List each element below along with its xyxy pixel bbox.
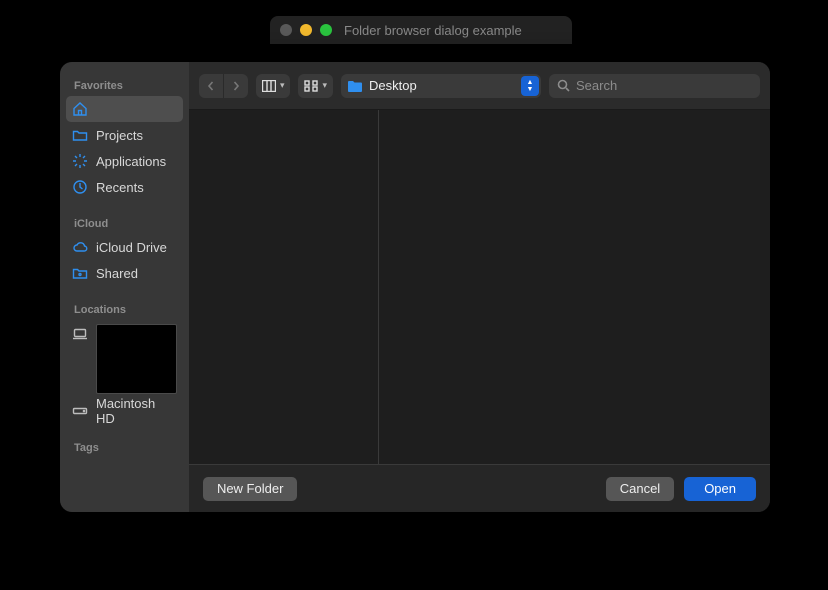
location-thumbnail <box>96 324 177 394</box>
path-popup[interactable]: Desktop ▲▼ <box>341 74 541 98</box>
group-by-button[interactable]: ▾ <box>298 74 333 98</box>
close-icon[interactable] <box>280 24 292 36</box>
browser-column[interactable] <box>189 110 379 464</box>
search-field[interactable] <box>549 74 760 98</box>
path-label: Desktop <box>369 78 417 93</box>
sidebar-item-projects[interactable]: Projects <box>60 122 189 148</box>
apps-icon <box>72 153 88 169</box>
sidebar-item-home[interactable] <box>66 96 183 122</box>
sidebar-item-label: iCloud Drive <box>96 240 167 255</box>
forward-button[interactable] <box>224 74 248 98</box>
sidebar-item-label: Applications <box>96 154 166 169</box>
sidebar-item-this-mac[interactable] <box>60 320 189 398</box>
chevron-down-icon: ▾ <box>322 80 327 91</box>
house-icon <box>72 101 88 117</box>
sidebar-section-locations: Locations <box>60 300 189 320</box>
minimize-icon[interactable] <box>300 24 312 36</box>
view-mode-button[interactable]: ▾ <box>256 74 291 98</box>
chevron-down-icon: ▾ <box>280 80 285 91</box>
sidebar-section-favorites: Favorites <box>60 76 189 96</box>
folder-icon <box>347 79 363 93</box>
folder-icon <box>72 127 88 143</box>
dialog-footer: New Folder Cancel Open <box>189 464 770 512</box>
chevron-right-icon <box>231 81 241 91</box>
open-button[interactable]: Open <box>684 477 756 501</box>
clock-icon <box>72 179 88 195</box>
search-icon <box>557 79 570 92</box>
columns-icon <box>262 80 276 92</box>
back-button[interactable] <box>199 74 223 98</box>
sidebar-item-label: Macintosh HD <box>96 396 177 426</box>
cloud-icon <box>72 239 88 255</box>
sidebar-item-label: Projects <box>96 128 143 143</box>
sidebar-item-recents[interactable]: Recents <box>60 174 189 200</box>
toolbar: ▾ ▾ Desktop ▲▼ <box>189 62 770 110</box>
new-folder-button[interactable]: New Folder <box>203 477 297 501</box>
folder-open-dialog: Favorites Projects Applications <box>60 62 770 512</box>
sidebar-item-macintosh-hd[interactable]: Macintosh HD <box>60 398 189 424</box>
sidebar: Favorites Projects Applications <box>60 62 189 512</box>
sidebar-item-shared[interactable]: Shared <box>60 260 189 286</box>
zoom-icon[interactable] <box>320 24 332 36</box>
browser-column[interactable] <box>379 110 770 464</box>
disk-icon <box>72 403 88 419</box>
search-input[interactable] <box>576 78 752 93</box>
sidebar-item-label: Recents <box>96 180 144 195</box>
traffic-lights <box>280 24 332 36</box>
sidebar-item-label: Shared <box>96 266 138 281</box>
folder-share-icon <box>72 265 88 281</box>
grid-icon <box>304 80 318 92</box>
parent-window-tab: Folder browser dialog example <box>270 16 572 44</box>
nav-segment <box>199 74 248 98</box>
chevron-left-icon <box>206 81 216 91</box>
column-browser[interactable] <box>189 110 770 464</box>
window-title: Folder browser dialog example <box>344 23 522 38</box>
sidebar-section-tags: Tags <box>60 438 189 458</box>
cancel-button[interactable]: Cancel <box>606 477 674 501</box>
up-down-icon: ▲▼ <box>521 76 539 96</box>
sidebar-item-applications[interactable]: Applications <box>60 148 189 174</box>
sidebar-item-icloud-drive[interactable]: iCloud Drive <box>60 234 189 260</box>
main-panel: ▾ ▾ Desktop ▲▼ <box>189 62 770 512</box>
sidebar-section-icloud: iCloud <box>60 214 189 234</box>
laptop-icon <box>72 326 88 342</box>
